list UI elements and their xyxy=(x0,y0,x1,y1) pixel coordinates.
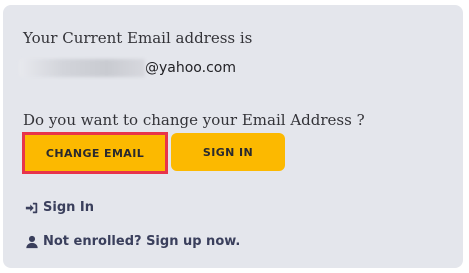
email-settings-panel: Your Current Email address is @yahoo.com… xyxy=(3,5,463,268)
change-email-button-face: CHANGE EMAIL xyxy=(28,138,162,168)
email-redaction-mask xyxy=(19,59,145,77)
sign-up-link-label: Not enrolled? Sign up now. xyxy=(43,234,241,249)
sign-in-button[interactable]: SIGN IN xyxy=(171,133,285,171)
sign-in-icon xyxy=(25,201,39,215)
user-icon xyxy=(25,235,39,249)
sign-up-link[interactable]: Not enrolled? Sign up now. xyxy=(25,234,240,249)
change-email-button[interactable]: CHANGE EMAIL xyxy=(22,132,168,174)
sign-in-button-label: SIGN IN xyxy=(202,145,254,159)
sign-in-link-label: Sign In xyxy=(43,200,94,215)
current-email-label: Your Current Email address is xyxy=(23,29,253,47)
sign-in-link[interactable]: Sign In xyxy=(25,200,94,215)
current-email-value: @yahoo.com xyxy=(19,57,236,79)
change-email-button-label: CHANGE EMAIL xyxy=(45,146,145,160)
email-domain-text: @yahoo.com xyxy=(145,60,236,76)
change-email-prompt: Do you want to change your Email Address… xyxy=(23,111,365,129)
